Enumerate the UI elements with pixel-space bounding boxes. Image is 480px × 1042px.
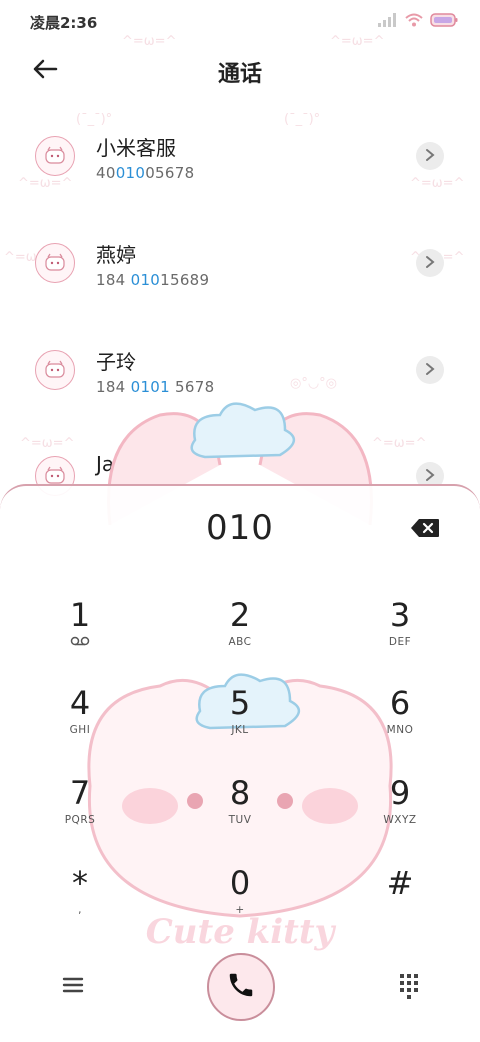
- dial-key-7[interactable]: 7 PQRS: [25, 776, 135, 854]
- dialpad-toggle-button[interactable]: [394, 970, 424, 1000]
- wifi-icon: [404, 12, 424, 31]
- menu-button[interactable]: [58, 970, 88, 1000]
- contact-name: 小米客服: [96, 136, 176, 160]
- chevron-right-icon: [425, 254, 435, 273]
- call-button[interactable]: [207, 953, 275, 1021]
- bottom-bar: [0, 950, 480, 1030]
- chevron-right-icon: [425, 361, 435, 380]
- dial-key-8[interactable]: 8 TUV: [185, 776, 295, 854]
- avatar: [35, 243, 75, 283]
- dial-key-3[interactable]: 3 DEF: [345, 598, 455, 676]
- contact-number: 4001005678: [96, 164, 195, 182]
- signal-icon: [378, 12, 398, 31]
- contact-number: 184 0101 5678: [96, 378, 215, 396]
- contact-name: 燕婷: [96, 243, 136, 267]
- dialed-number: 010: [206, 508, 274, 548]
- chevron-right-icon: [425, 467, 435, 486]
- battery-icon: [430, 12, 458, 31]
- contact-detail-button[interactable]: [416, 356, 444, 384]
- header: 通话: [0, 46, 480, 96]
- contact-name: 子玲: [96, 350, 136, 374]
- contact-number: 184 01015689: [96, 271, 210, 289]
- phone-icon: [226, 970, 256, 1004]
- status-icons: [378, 12, 458, 31]
- voicemail-icon: [25, 636, 135, 649]
- status-time: 凌晨2:36: [30, 14, 98, 32]
- contact-item[interactable]: 燕婷 184 01015689: [0, 217, 480, 307]
- menu-icon: [58, 977, 88, 1004]
- contact-detail-button[interactable]: [416, 249, 444, 277]
- status-bar: 凌晨2:36: [0, 0, 480, 40]
- brand-watermark: Cute kitty: [145, 912, 335, 952]
- dial-key-5[interactable]: 5 JKL: [185, 686, 295, 764]
- avatar: [35, 350, 75, 390]
- avatar: [35, 136, 75, 176]
- dial-key-4[interactable]: 4 GHI: [25, 686, 135, 764]
- contact-item[interactable]: 小米客服 4001005678: [0, 110, 480, 200]
- chevron-right-icon: [425, 147, 435, 166]
- dialpad-icon: [394, 974, 424, 1004]
- dial-key-9[interactable]: 9 WXYZ: [345, 776, 455, 854]
- contact-detail-button[interactable]: [416, 142, 444, 170]
- dial-key-6[interactable]: 6 MNO: [345, 686, 455, 764]
- dial-key-1[interactable]: 1: [25, 598, 135, 676]
- dial-key-2[interactable]: 2 ABC: [185, 598, 295, 676]
- backspace-button[interactable]: [410, 518, 444, 540]
- backspace-icon: [410, 519, 440, 542]
- page-title: 通话: [217, 62, 262, 87]
